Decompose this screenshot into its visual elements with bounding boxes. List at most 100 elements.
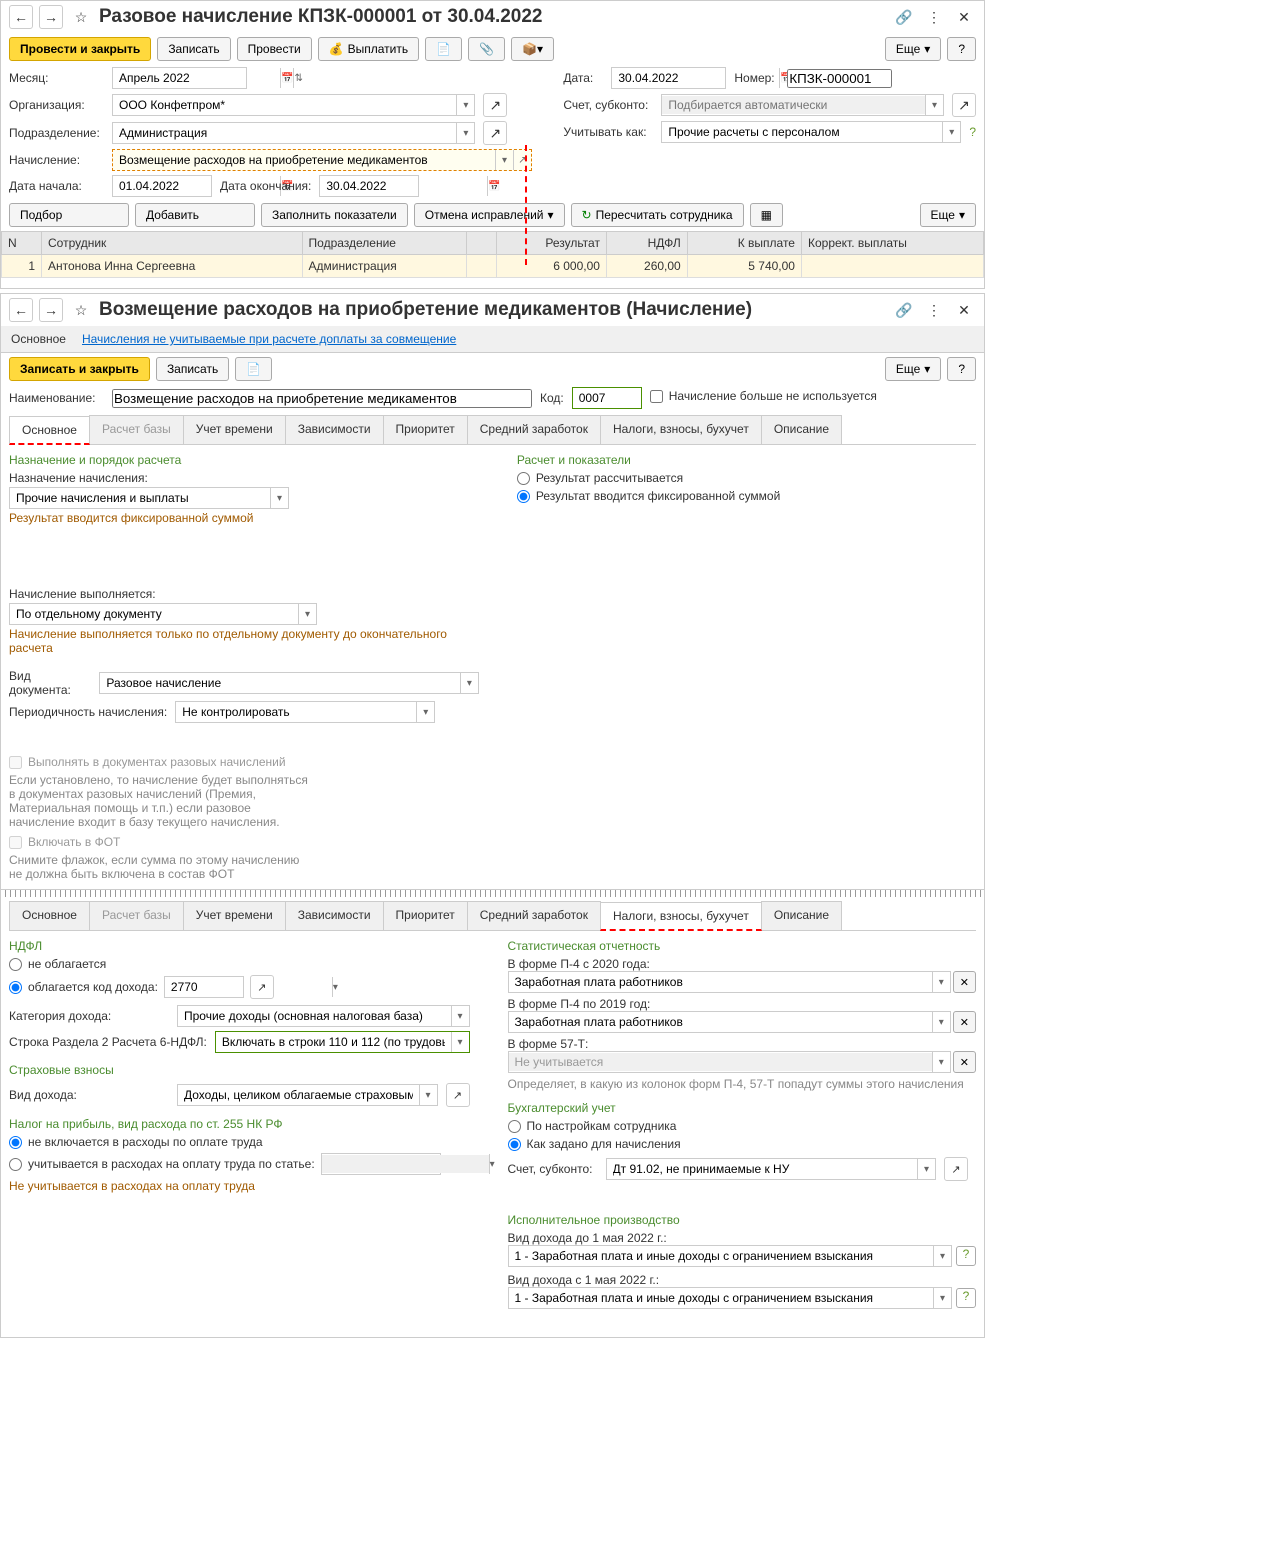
dept-input[interactable] [113,124,456,142]
exec-after-input[interactable] [509,1289,934,1307]
end-input[interactable] [320,177,487,195]
acc-r1[interactable] [508,1120,521,1133]
open-icon[interactable]: ↗ [952,93,976,117]
pay-button[interactable]: 💰Выплатить [318,37,419,61]
cat-input[interactable] [178,1007,451,1025]
write-button[interactable]: Записать [157,37,230,61]
th-pay[interactable]: К выплате [687,232,801,255]
tab-deps[interactable]: Зависимости [285,415,384,444]
chevron-down-icon[interactable]: ▾ [416,702,434,722]
infobar-main[interactable]: Основное [11,332,66,346]
tab2-priority[interactable]: Приоритет [383,901,468,930]
ndfl-code-input[interactable] [165,978,332,996]
table-row[interactable]: 1 Антонова Инна Сергеевна Администрация … [2,255,984,278]
chevron-down-icon[interactable]: ▾ [298,604,316,624]
pt-r1[interactable] [9,1136,22,1149]
th-result[interactable]: Результат [497,232,607,255]
more-button[interactable]: Еще ▾ [885,37,941,61]
tab-main[interactable]: Основное [9,416,90,445]
consider-input[interactable] [662,123,942,141]
open-icon[interactable]: ↗ [250,975,274,999]
income-type-input[interactable] [178,1086,419,1104]
help-q-icon[interactable]: ? [956,1288,976,1308]
chevron-down-icon[interactable]: ▾ [332,977,338,997]
row-input[interactable] [216,1033,451,1051]
tab2-time[interactable]: Учет времени [183,901,286,930]
doc-input[interactable] [100,674,459,692]
write-close-button[interactable]: Записать и закрыть [9,357,150,381]
ndfl-r1[interactable] [9,958,22,971]
open-icon[interactable]: ↗ [446,1083,470,1107]
close-icon[interactable]: ✕ [952,5,976,29]
tab-desc[interactable]: Описание [761,415,842,444]
back-icon[interactable]: ← [9,5,33,29]
calc-r1[interactable] [517,472,530,485]
chevron-down-icon[interactable]: ▾ [451,1006,469,1026]
th-dept[interactable]: Подразделение [302,232,467,255]
forward-icon[interactable]: → [39,298,63,322]
clear-icon[interactable]: ✕ [953,971,976,993]
tab2-deps[interactable]: Зависимости [285,901,384,930]
misc-button[interactable]: 📦▾ [511,37,554,61]
spinner-icon[interactable]: ⇅ [293,68,302,88]
open-icon[interactable]: ↗ [483,121,507,145]
open-icon[interactable]: ↗ [944,1157,968,1181]
more-button[interactable]: Еще ▾ [885,357,941,381]
th-corr[interactable]: Коррект. выплаты [801,232,983,255]
number-input[interactable] [787,69,892,88]
recalc-button[interactable]: ↻ Пересчитать сотрудника [571,203,744,227]
help-button[interactable]: ? [947,37,976,61]
link-icon[interactable]: 🔗 [892,5,916,29]
tab2-main[interactable]: Основное [9,901,90,930]
chevron-down-icon[interactable]: ▾ [456,123,474,143]
period-input[interactable] [176,703,416,721]
help-q-icon[interactable]: ? [969,125,976,139]
chevron-down-icon[interactable]: ▾ [495,150,513,170]
chevron-down-icon[interactable]: ▾ [932,972,950,992]
exec-input[interactable] [10,605,298,623]
star-icon[interactable]: ☆ [69,298,93,322]
th-emp[interactable]: Сотрудник [42,232,303,255]
help-q-icon[interactable]: ? [956,1246,976,1266]
p4-2020-input[interactable] [509,973,932,991]
exec-before-input[interactable] [509,1247,934,1265]
post-button[interactable]: Провести [237,37,312,61]
select-button[interactable]: Подбор [9,203,129,227]
post-close-button[interactable]: Провести и закрыть [9,37,151,61]
calendar-icon[interactable]: 📅 [487,176,500,196]
chevron-down-icon[interactable]: ▾ [933,1246,951,1266]
star-icon[interactable]: ☆ [69,5,93,29]
tab2-tax[interactable]: Налоги, взносы, бухучет [600,902,762,931]
help-button[interactable]: ? [947,357,976,381]
clear-icon[interactable]: ✕ [953,1051,976,1073]
chevron-down-icon[interactable]: ▾ [419,1085,437,1105]
th-n[interactable]: N [2,232,42,255]
more-button-2[interactable]: Еще ▾ [920,203,976,227]
pt-r2[interactable] [9,1158,22,1171]
charge-input[interactable] [113,151,495,169]
grid-button[interactable]: ▦ [750,203,783,227]
attach-button[interactable]: 📎 [468,37,505,61]
month-input[interactable] [113,69,280,87]
name-input[interactable] [112,389,532,408]
write-button[interactable]: Записать [156,357,229,381]
tab2-avg[interactable]: Средний заработок [467,901,601,930]
purpose-input[interactable] [10,489,270,507]
more-icon[interactable]: ⋮ [922,5,946,29]
fill-button[interactable]: Заполнить показатели [261,203,408,227]
chevron-down-icon[interactable]: ▾ [942,122,960,142]
acc-r2[interactable] [508,1138,521,1151]
chevron-down-icon[interactable]: ▾ [456,95,474,115]
chevron-down-icon[interactable]: ▾ [932,1012,950,1032]
doc-button[interactable]: 📄 [425,37,462,61]
chevron-down-icon[interactable]: ▾ [270,488,288,508]
calendar-icon[interactable]: 📅 [280,68,293,88]
chevron-down-icon[interactable]: ▾ [933,1288,951,1308]
tab-time[interactable]: Учет времени [183,415,286,444]
back-icon[interactable]: ← [9,298,33,322]
link-icon[interactable]: 🔗 [892,298,916,322]
th-ndfl[interactable]: НДФЛ [606,232,687,255]
chevron-down-icon[interactable]: ▾ [460,673,478,693]
unused-checkbox[interactable] [650,390,663,403]
acc-input[interactable] [607,1160,918,1178]
